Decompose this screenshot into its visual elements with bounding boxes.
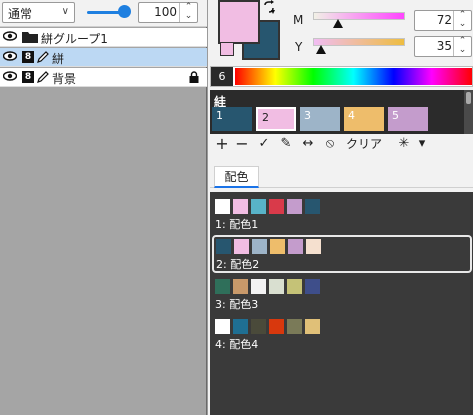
- color-chip[interactable]: [251, 279, 266, 294]
- disable-button[interactable]: ⦸: [322, 134, 338, 154]
- remove-button[interactable]: −: [234, 134, 250, 154]
- y-value: 35: [436, 39, 452, 53]
- blend-mode-label: 通常: [8, 7, 33, 21]
- color-chip[interactable]: [269, 319, 284, 334]
- layer-row-selected[interactable]: 8 絣: [0, 48, 207, 67]
- opacity-slider-thumb[interactable]: [118, 5, 131, 18]
- transparent-color-swatch[interactable]: [220, 42, 234, 56]
- color-chip[interactable]: [233, 199, 248, 214]
- eye-icon[interactable]: [3, 71, 17, 81]
- slider-label-m: M: [293, 13, 304, 27]
- color-chip[interactable]: [305, 319, 320, 334]
- color-chip[interactable]: [215, 319, 230, 334]
- color-chip[interactable]: [287, 199, 302, 214]
- combo-row-1[interactable]: 1: 配色1: [212, 196, 472, 234]
- palette-tab-3[interactable]: 3: [300, 107, 340, 131]
- color-chip[interactable]: [269, 279, 284, 294]
- hue-index: 6: [211, 67, 233, 86]
- settings-button[interactable]: ✳: [396, 134, 412, 154]
- blend-mode-select[interactable]: 通常 ∨: [2, 2, 75, 23]
- y-value-input[interactable]: 35 ⌃ ⌄: [414, 36, 472, 57]
- layer-row-group[interactable]: 絣グループ1: [0, 28, 207, 47]
- folder-icon: [22, 32, 38, 43]
- m-value-input[interactable]: 72 ⌃ ⌄: [414, 10, 472, 31]
- combo-label: 2: 配色2: [216, 258, 260, 271]
- slider-label-y: Y: [295, 40, 303, 54]
- bit-depth-badge: 8: [22, 51, 34, 63]
- y-spinner[interactable]: ⌃ ⌄: [453, 37, 471, 56]
- color-chip[interactable]: [234, 239, 249, 254]
- hue-gradient[interactable]: [235, 68, 472, 85]
- opacity-input[interactable]: 100 ⌃ ⌄: [138, 2, 198, 23]
- color-chip[interactable]: [251, 319, 266, 334]
- layer-name: 絣: [52, 52, 65, 66]
- palette-tab-1[interactable]: 1: [212, 107, 252, 131]
- m-slider-thumb[interactable]: [333, 19, 343, 28]
- color-chip[interactable]: [215, 199, 230, 214]
- clear-button[interactable]: クリア: [346, 134, 382, 154]
- color-chip[interactable]: [215, 279, 230, 294]
- color-chip[interactable]: [306, 239, 321, 254]
- layer-name: 背景: [52, 72, 77, 86]
- color-chip[interactable]: [270, 239, 285, 254]
- palette-scrollbar[interactable]: [464, 90, 473, 134]
- swap-button[interactable]: ↔: [300, 134, 316, 154]
- scrollbar-thumb[interactable]: [466, 92, 471, 104]
- eye-icon[interactable]: [3, 31, 17, 41]
- main-color-swatch[interactable]: [218, 0, 260, 44]
- swap-colors-icon[interactable]: [262, 0, 276, 14]
- color-chip[interactable]: [287, 279, 302, 294]
- combo-label: 1: 配色1: [215, 218, 259, 231]
- lock-icon[interactable]: [189, 71, 199, 83]
- m-spinner[interactable]: ⌃ ⌄: [453, 11, 471, 30]
- color-chip[interactable]: [305, 279, 320, 294]
- layer-name: 絣グループ1: [41, 32, 108, 46]
- combo-label: 4: 配色4: [215, 338, 259, 351]
- pen-icon: [37, 51, 49, 63]
- color-chip[interactable]: [288, 239, 303, 254]
- opacity-value: 100: [154, 5, 177, 19]
- palette-tab-5[interactable]: 5: [388, 107, 428, 131]
- tab-color-combinations[interactable]: 配色: [214, 166, 259, 188]
- combo-label: 3: 配色3: [215, 298, 259, 311]
- bit-depth-badge: 8: [22, 71, 34, 83]
- color-chip[interactable]: [252, 239, 267, 254]
- color-chip[interactable]: [287, 319, 302, 334]
- chevron-down-icon: ∨: [61, 6, 69, 17]
- m-value: 72: [436, 13, 452, 27]
- menu-button[interactable]: ▾: [414, 134, 430, 154]
- y-slider-thumb[interactable]: [316, 45, 326, 54]
- combo-row-3[interactable]: 3: 配色3: [212, 276, 472, 314]
- color-chip[interactable]: [216, 239, 231, 254]
- check-button[interactable]: ✓: [256, 134, 272, 154]
- palette-toolbar: + − ✓ ✎ ↔ ⦸ クリア ✳ ▾: [210, 134, 473, 156]
- color-chip[interactable]: [269, 199, 284, 214]
- edit-button[interactable]: ✎: [278, 134, 294, 154]
- opacity-spinner[interactable]: ⌃ ⌄: [179, 3, 197, 22]
- pen-icon: [37, 71, 49, 83]
- color-chip[interactable]: [251, 199, 266, 214]
- color-chip[interactable]: [305, 199, 320, 214]
- palette-tab-2[interactable]: 2: [256, 107, 296, 131]
- combo-row-2[interactable]: 2: 配色2: [212, 235, 472, 273]
- y-slider-track[interactable]: [313, 38, 405, 46]
- eye-icon[interactable]: [3, 51, 17, 61]
- palette-tab-4[interactable]: 4: [344, 107, 384, 131]
- combo-row-4[interactable]: 4: 配色4: [212, 316, 472, 354]
- hue-bar[interactable]: 6: [210, 66, 473, 87]
- layer-row-background[interactable]: 8 背景: [0, 68, 207, 87]
- add-button[interactable]: +: [214, 134, 230, 154]
- color-chip[interactable]: [233, 319, 248, 334]
- m-slider-track[interactable]: [313, 12, 405, 20]
- color-chip[interactable]: [233, 279, 248, 294]
